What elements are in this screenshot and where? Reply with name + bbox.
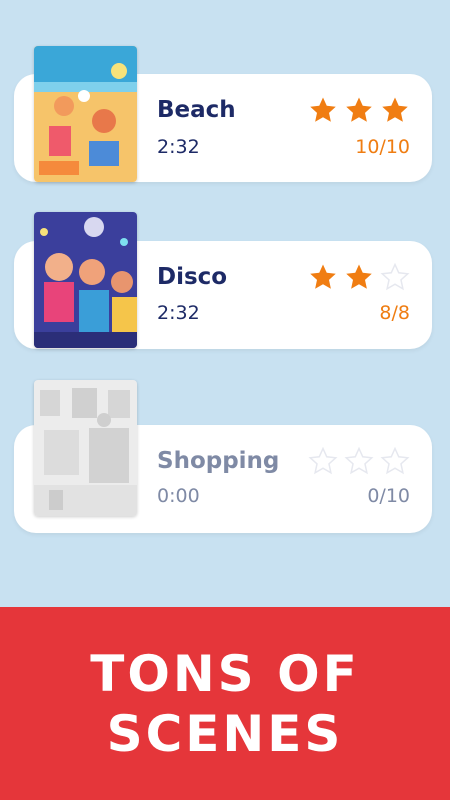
- star-filled-icon: [346, 97, 372, 122]
- star-empty-icon: [380, 262, 410, 291]
- scene-time: 2:32: [157, 136, 200, 158]
- star-rating: [308, 446, 410, 476]
- star-rating: [308, 262, 410, 292]
- star-filled-icon: [382, 97, 408, 122]
- scene-time: 0:00: [157, 485, 200, 507]
- star-empty-icon: [344, 446, 374, 475]
- scene-time: 2:32: [157, 302, 200, 324]
- scene-thumbnail-disco[interactable]: [34, 212, 137, 348]
- scene-title: Disco: [157, 264, 228, 290]
- found-count: 10/10: [355, 136, 410, 158]
- star-filled-icon: [310, 264, 336, 289]
- found-count: 0/10: [367, 485, 410, 507]
- scene-thumbnail-shopping[interactable]: [34, 380, 137, 516]
- star-empty-icon: [308, 446, 338, 475]
- scene-title: Shopping: [157, 448, 280, 474]
- banner-headline-line2: SCENES: [106, 704, 344, 763]
- scene-thumbnail-beach[interactable]: [34, 46, 137, 182]
- banner-headline-line1: TONS OF: [90, 644, 360, 703]
- star-filled-icon: [346, 264, 372, 289]
- scene-title: Beach: [157, 97, 236, 123]
- star-rating: [308, 95, 410, 125]
- found-count: 8/8: [379, 302, 410, 324]
- star-empty-icon: [380, 446, 410, 475]
- promo-banner: TONS OF SCENES: [0, 607, 450, 800]
- star-filled-icon: [310, 97, 336, 122]
